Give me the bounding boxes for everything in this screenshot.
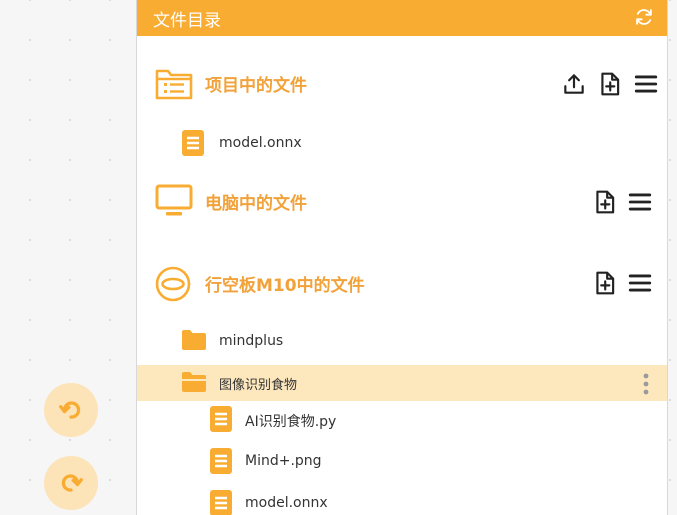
file-icon: [210, 448, 232, 474]
file-icon: [210, 490, 232, 515]
new-file-icon[interactable]: [592, 189, 618, 215]
list-item-file-mind-png[interactable]: Mind+.png: [137, 443, 667, 479]
list-item-file-ai-py[interactable]: AI识别食物.py: [137, 401, 667, 437]
file-name: model.onnx: [245, 495, 328, 511]
device-board-icon: [155, 266, 191, 302]
file-name: model.onnx: [219, 135, 302, 151]
file-directory-panel: 文件目录 项目中的文件 model.onnx 电脑中的文件 行空板M10中的文件…: [136, 0, 668, 515]
file-name: AI识别食物.py: [245, 414, 337, 430]
new-file-icon[interactable]: [597, 71, 623, 97]
upload-icon[interactable]: [561, 71, 587, 97]
panel-title: 文件目录: [153, 11, 221, 31]
undo-button[interactable]: [44, 383, 98, 437]
folder-open-icon: [182, 372, 206, 392]
file-icon: [182, 130, 204, 156]
panel-header: 文件目录: [137, 0, 667, 36]
menu-icon[interactable]: [627, 270, 653, 296]
list-item-file-model-onnx[interactable]: model.onnx: [137, 485, 667, 515]
section-title-device: 行空板M10中的文件: [205, 276, 365, 296]
menu-icon[interactable]: [633, 71, 659, 97]
monitor-icon: [155, 184, 193, 216]
folder-name: mindplus: [219, 333, 284, 349]
section-device-files: 行空板M10中的文件: [137, 258, 667, 308]
list-item-folder-mindplus[interactable]: mindplus: [137, 323, 667, 359]
menu-icon[interactable]: [627, 189, 653, 215]
section-title-project: 项目中的文件: [205, 76, 307, 96]
undo-icon: [59, 401, 81, 419]
file-icon: [210, 406, 232, 432]
section-title-computer: 电脑中的文件: [205, 194, 307, 214]
section-project-files: 项目中的文件: [137, 58, 667, 108]
folder-list-icon: [155, 69, 193, 100]
folder-name: 图像识别食物: [219, 378, 298, 393]
redo-icon: [61, 474, 83, 492]
refresh-icon[interactable]: [633, 6, 655, 28]
redo-button[interactable]: [44, 456, 98, 510]
list-item-folder-image-recognition[interactable]: 图像识别食物: [137, 365, 667, 401]
folder-icon: [182, 330, 206, 350]
list-item-project-file[interactable]: model.onnx: [137, 125, 667, 161]
file-name: Mind+.png: [245, 453, 322, 469]
new-file-icon[interactable]: [592, 270, 618, 296]
section-computer-files: 电脑中的文件: [137, 176, 667, 226]
more-options-icon[interactable]: [643, 373, 649, 395]
